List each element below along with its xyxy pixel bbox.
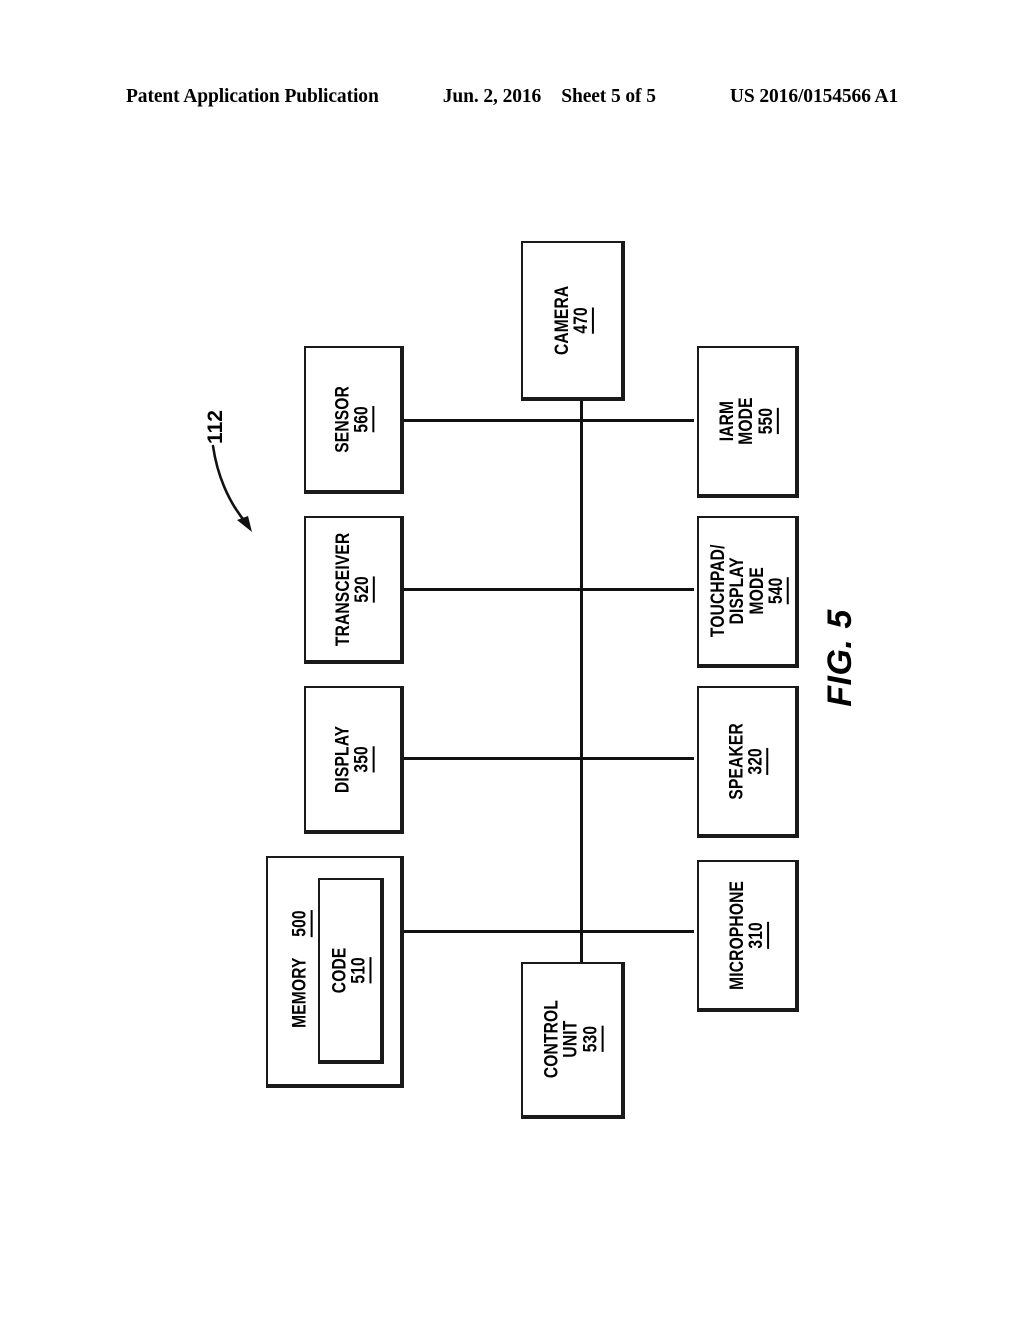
block-sensor-ref: 560	[351, 405, 375, 433]
block-control-unit-line-1: UNIT	[561, 1020, 583, 1059]
block-camera-line-0: CAMERA	[551, 285, 573, 355]
wire-memory-to-microphone	[404, 930, 694, 933]
block-code-line-0: CODE	[329, 947, 351, 993]
block-speaker-line-0: SPEAKER	[726, 722, 748, 800]
block-transceiver[interactable]: TRANSCEIVER 520	[304, 516, 404, 664]
block-display[interactable]: DISPLAY 350	[304, 686, 404, 834]
block-alarm-mode[interactable]: IARM MODE 550	[697, 346, 799, 498]
block-display-line-0: DISPLAY	[332, 725, 354, 793]
block-control-unit-line-0: CONTROL	[541, 1000, 563, 1079]
block-memory-label: MEMORY 500	[289, 906, 313, 1035]
block-sensor[interactable]: SENSOR 560	[304, 346, 404, 494]
block-camera-label: CAMERA 470	[551, 278, 594, 363]
block-touchpad-display-mode-ref: 540	[765, 577, 789, 605]
block-camera-ref: 470	[571, 306, 594, 334]
wire-sensor-to-alarm-mode	[404, 419, 694, 422]
block-microphone[interactable]: MICROPHONE 310	[697, 860, 799, 1012]
block-transceiver-ref: 520	[352, 575, 376, 603]
block-code-label: CODE 510	[329, 942, 372, 998]
block-touchpad-display-mode-label: TOUCHPAD/ DISPLAY MODE 540	[707, 535, 789, 648]
block-control-unit-label: CONTROL UNIT 530	[541, 992, 604, 1087]
wire-display-to-speaker	[404, 757, 694, 760]
block-transceiver-label: TRANSCEIVER 520	[332, 520, 376, 658]
block-touchpad-display-mode-line-0: TOUCHPAD/	[707, 544, 729, 638]
block-camera[interactable]: CAMERA 470	[521, 241, 625, 401]
block-memory-ref: 500	[289, 909, 313, 937]
block-microphone-label: MICROPHONE 310	[726, 869, 769, 1002]
block-memory-ref-wrap: 500	[289, 909, 313, 941]
block-touchpad-display-mode-line-1: DISPLAY	[726, 557, 748, 625]
block-alarm-mode-ref: 550	[755, 407, 779, 435]
block-microphone-line-0: MICROPHONE	[726, 880, 748, 990]
block-alarm-mode-line-0: IARM	[716, 400, 738, 442]
block-code[interactable]: CODE 510	[318, 878, 384, 1064]
block-display-ref: 350	[351, 745, 375, 773]
block-speaker-ref: 320	[745, 747, 769, 775]
block-sensor-line-0: SENSOR	[332, 385, 354, 453]
block-memory-line-0: MEMORY	[289, 957, 311, 1028]
block-control-unit[interactable]: CONTROL UNIT 530	[521, 962, 625, 1119]
figure-caption: FIG. 5	[821, 609, 859, 707]
lead-line-arrow	[211, 444, 252, 532]
block-speaker[interactable]: SPEAKER 320	[697, 686, 799, 838]
block-microphone-ref: 310	[746, 921, 769, 949]
block-transceiver-line-0: TRANSCEIVER	[332, 532, 354, 646]
assembly-reference-numeral: 112	[204, 410, 227, 444]
bus-vertical-line	[580, 400, 583, 962]
wire-transceiver-to-touchpad-mode	[404, 588, 694, 591]
block-touchpad-display-mode[interactable]: TOUCHPAD/ DISPLAY MODE 540	[697, 516, 799, 668]
block-touchpad-display-mode-line-2: MODE	[746, 567, 767, 615]
block-speaker-label: SPEAKER 320	[726, 714, 769, 807]
block-control-unit-ref: 530	[580, 1026, 604, 1053]
patent-figure-5: CAMERA 470 SENSOR 560 IARM MODE 550 TRAN…	[0, 0, 1024, 1320]
block-alarm-mode-label: IARM MODE 550	[716, 392, 779, 450]
block-code-ref: 510	[348, 956, 372, 984]
block-display-label: DISPLAY 350	[332, 718, 375, 800]
block-alarm-mode-line-1: MODE	[736, 397, 758, 445]
block-sensor-label: SENSOR 560	[332, 378, 375, 459]
